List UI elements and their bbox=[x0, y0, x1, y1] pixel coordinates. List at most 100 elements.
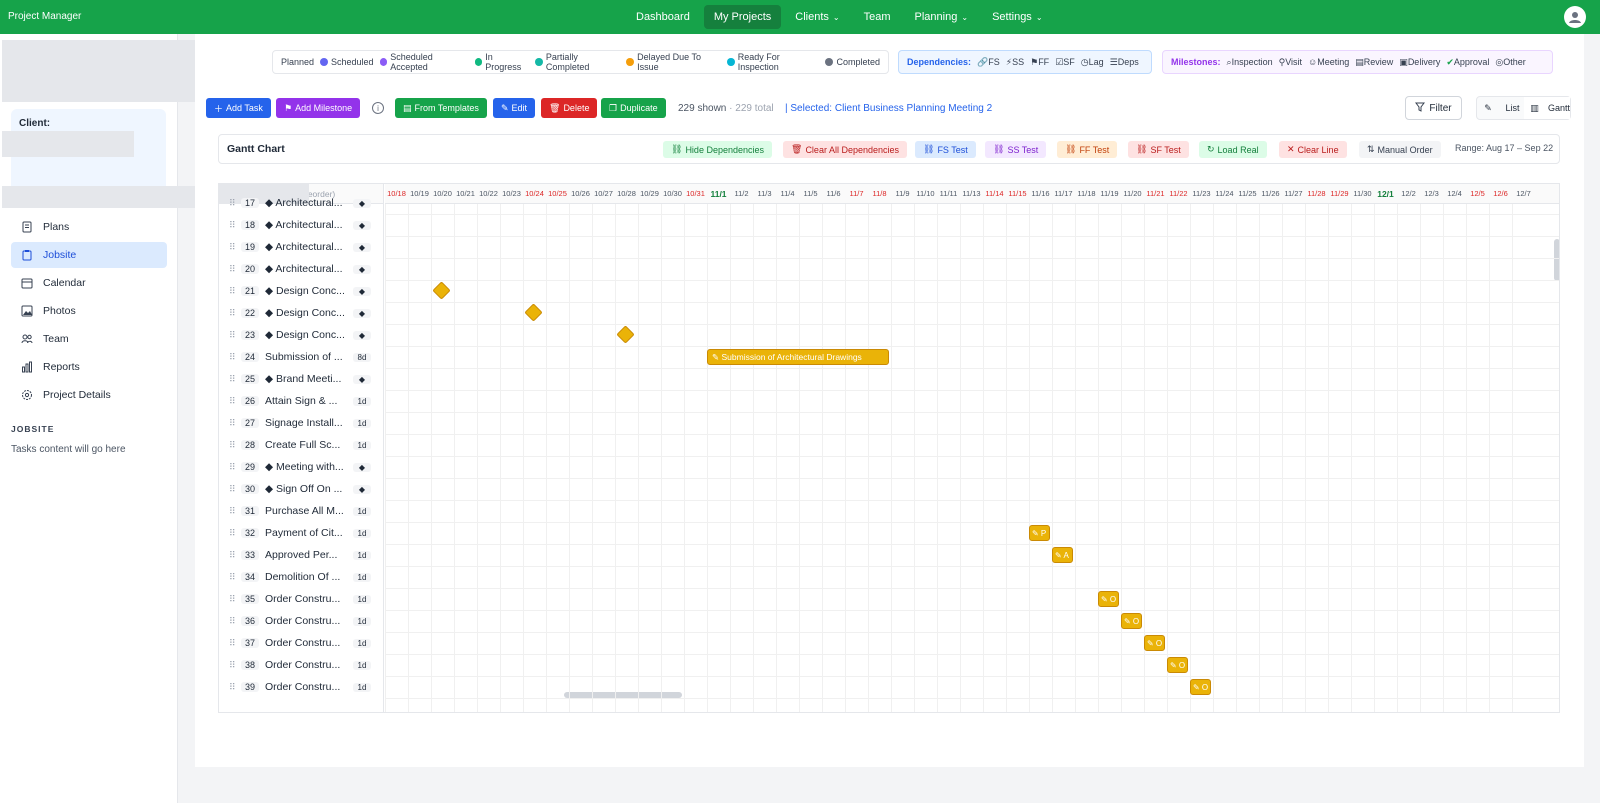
nav-clients[interactable]: Clients ⌄ bbox=[785, 5, 849, 29]
drag-handle-icon[interactable]: ⠿ bbox=[229, 242, 241, 253]
nav-my-projects[interactable]: My Projects bbox=[703, 5, 782, 29]
drag-handle-icon[interactable]: ⠿ bbox=[229, 594, 241, 605]
task-row[interactable]: ⠿ 30 ◆ Sign Off On ... ◆ bbox=[219, 478, 384, 500]
sidebar-item-project-details[interactable]: Project Details bbox=[11, 382, 167, 408]
drag-handle-icon[interactable]: ⠿ bbox=[229, 352, 241, 363]
task-bar[interactable]: ✎ A bbox=[1052, 547, 1073, 563]
sidebar-item-jobsite[interactable]: Jobsite bbox=[11, 242, 167, 268]
task-row[interactable]: ⠿ 24 Submission of ... 8d bbox=[219, 346, 384, 368]
milestone-marker[interactable] bbox=[616, 325, 635, 344]
task-row[interactable]: ⠿ 35 Order Constru... 1d bbox=[219, 588, 384, 610]
task-row[interactable]: ⠿ 28 Create Full Sc... 1d bbox=[219, 434, 384, 456]
task-bar[interactable]: ✎ P bbox=[1029, 525, 1050, 541]
task-row[interactable]: ⠿ 31 Purchase All M... 1d bbox=[219, 500, 384, 522]
nav-dashboard[interactable]: Dashboard bbox=[626, 5, 700, 29]
task-row[interactable]: ⠿ 20 ◆ Architectural... ◆ bbox=[219, 258, 384, 280]
hide-dependencies-button[interactable]: ⛓ Hide Dependencies bbox=[663, 141, 772, 158]
drag-handle-icon[interactable]: ⠿ bbox=[229, 374, 241, 385]
task-bar[interactable]: ✎ O bbox=[1121, 613, 1142, 629]
task-row[interactable]: ⠿ 22 ◆ Design Conc... ◆ bbox=[219, 302, 384, 324]
milestone-marker[interactable] bbox=[524, 303, 543, 322]
nav-settings[interactable]: Settings ⌄ bbox=[982, 5, 1052, 29]
drag-handle-icon[interactable]: ⠿ bbox=[229, 572, 241, 583]
task-duration: ◆ bbox=[353, 242, 371, 252]
drag-handle-icon[interactable]: ⠿ bbox=[229, 440, 241, 451]
info-icon[interactable]: i bbox=[372, 102, 384, 114]
drag-handle-icon[interactable]: ⠿ bbox=[229, 286, 241, 297]
filter-button[interactable]: Filter bbox=[1405, 96, 1462, 120]
task-row[interactable]: ⠿ 38 Order Constru... 1d bbox=[219, 654, 384, 676]
drag-handle-icon[interactable]: ⠿ bbox=[229, 396, 241, 407]
vertical-scrollbar[interactable] bbox=[1554, 239, 1559, 281]
task-bar[interactable]: ✎ O bbox=[1167, 657, 1188, 673]
duplicate-button[interactable]: ❐ Duplicate bbox=[601, 98, 666, 118]
clear-line-button[interactable]: ✕ Clear Line bbox=[1279, 141, 1347, 158]
task-bar[interactable]: ✎ O bbox=[1190, 679, 1211, 695]
edit-button[interactable]: ✎ Edit bbox=[493, 98, 536, 118]
nav-team[interactable]: Team bbox=[854, 5, 901, 29]
drag-handle-icon[interactable]: ⠿ bbox=[229, 638, 241, 649]
task-row[interactable]: ⠿ 26 Attain Sign & ... 1d bbox=[219, 390, 384, 412]
drag-handle-icon[interactable]: ⠿ bbox=[229, 308, 241, 319]
delete-button[interactable]: 🗑 Delete bbox=[541, 98, 598, 118]
drag-handle-icon[interactable]: ⠿ bbox=[229, 264, 241, 275]
user-avatar[interactable] bbox=[1564, 6, 1586, 28]
task-row[interactable]: ⠿ 32 Payment of Cit... 1d bbox=[219, 522, 384, 544]
fs-test-button[interactable]: ⛓ FS Test bbox=[915, 141, 976, 158]
add-milestone-button[interactable]: ⚑ Add Milestone bbox=[276, 98, 361, 118]
task-row[interactable]: ⠿ 29 ◆ Meeting with... ◆ bbox=[219, 456, 384, 478]
drag-handle-icon[interactable]: ⠿ bbox=[229, 616, 241, 627]
drag-handle-icon[interactable]: ⠿ bbox=[229, 198, 241, 209]
clear-dependencies-button[interactable]: 🗑 Clear All Dependencies bbox=[783, 141, 907, 158]
task-row[interactable]: ⠿ 36 Order Constru... 1d bbox=[219, 610, 384, 632]
task-row[interactable]: ⠿ 23 ◆ Design Conc... ◆ bbox=[219, 324, 384, 346]
drag-handle-icon[interactable]: ⠿ bbox=[229, 506, 241, 517]
task-row[interactable]: ⠿ 27 Signage Install... 1d bbox=[219, 412, 384, 434]
task-row[interactable]: ⠿ 19 ◆ Architectural... ◆ bbox=[219, 236, 384, 258]
drag-handle-icon[interactable]: ⠿ bbox=[229, 550, 241, 561]
task-row[interactable]: ⠿ 17 ◆ Architectural... ◆ bbox=[219, 192, 384, 214]
load-real-button[interactable]: ↻ Load Real bbox=[1199, 141, 1267, 158]
drag-handle-icon[interactable]: ⠿ bbox=[229, 462, 241, 473]
gantt-toolbar: Gantt Chart ⛓ Hide Dependencies 🗑 Clear Al… bbox=[218, 134, 1560, 164]
view-gantt-button[interactable]: ▥ Gantt bbox=[1523, 97, 1570, 119]
date-column-label: 11/9 bbox=[895, 189, 910, 198]
task-row[interactable]: ⠿ 33 Approved Per... 1d bbox=[219, 544, 384, 566]
sidebar-item-team[interactable]: Team bbox=[11, 326, 167, 352]
from-templates-button[interactable]: ▤ From Templates bbox=[395, 98, 487, 118]
task-row[interactable]: ⠿ 25 ◆ Brand Meeti... ◆ bbox=[219, 368, 384, 390]
sidebar-section-title: JOBSITE bbox=[11, 424, 55, 434]
sidebar-item-reports[interactable]: Reports bbox=[11, 354, 167, 380]
manual-order-button[interactable]: ⇅ Manual Order bbox=[1359, 141, 1441, 158]
task-row[interactable]: ⠿ 37 Order Constru... 1d bbox=[219, 632, 384, 654]
ss-test-button[interactable]: ⛓ SS Test bbox=[985, 141, 1047, 158]
task-row[interactable]: ⠿ 34 Demolition Of ... 1d bbox=[219, 566, 384, 588]
add-task-button[interactable]: ＋ Add Task bbox=[206, 98, 271, 118]
grid-row bbox=[385, 412, 1559, 413]
nav-planning[interactable]: Planning ⌄ bbox=[905, 5, 979, 29]
task-duration: ◆ bbox=[353, 374, 371, 384]
view-list-button[interactable]: ✎ List bbox=[1477, 97, 1524, 119]
milestone-marker[interactable] bbox=[432, 281, 451, 300]
sidebar-item-calendar[interactable]: Calendar bbox=[11, 270, 167, 296]
dep-label: FF bbox=[1038, 57, 1050, 67]
drag-handle-icon[interactable]: ⠿ bbox=[229, 220, 241, 231]
sidebar-item-photos[interactable]: Photos bbox=[11, 298, 167, 324]
drag-handle-icon[interactable]: ⠿ bbox=[229, 484, 241, 495]
ff-test-button[interactable]: ⛓ FF Test bbox=[1057, 141, 1118, 158]
task-row[interactable]: ⠿ 39 Order Constru... 1d bbox=[219, 676, 384, 698]
drag-handle-icon[interactable]: ⠿ bbox=[229, 660, 241, 671]
task-row[interactable]: ⠿ 18 ◆ Architectural... ◆ bbox=[219, 214, 384, 236]
drag-handle-icon[interactable]: ⠿ bbox=[229, 418, 241, 429]
drag-handle-icon[interactable]: ⠿ bbox=[229, 528, 241, 539]
task-bar[interactable]: ✎ O bbox=[1098, 591, 1119, 607]
task-bar[interactable]: ✎ Submission of Architectural Drawings bbox=[707, 349, 889, 365]
task-bar[interactable]: ✎ O bbox=[1144, 635, 1165, 651]
drag-handle-icon[interactable]: ⠿ bbox=[229, 330, 241, 341]
drag-handle-icon[interactable]: ⠿ bbox=[229, 682, 241, 693]
sf-test-button[interactable]: ⛓ SF Test bbox=[1128, 141, 1189, 158]
sidebar-item-label: Project Details bbox=[43, 389, 111, 401]
grid-row bbox=[385, 588, 1559, 589]
task-row[interactable]: ⠿ 21 ◆ Design Conc... ◆ bbox=[219, 280, 384, 302]
sidebar-item-plans[interactable]: Plans bbox=[11, 214, 167, 240]
